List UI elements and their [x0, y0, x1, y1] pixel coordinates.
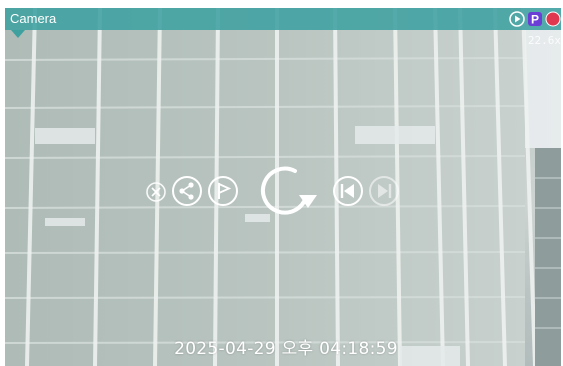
title-bar: Camera P	[5, 8, 561, 30]
next-icon[interactable]	[368, 175, 400, 207]
p-badge-label: P	[531, 13, 539, 27]
play-circle-icon[interactable]	[509, 11, 525, 27]
previous-icon[interactable]	[332, 175, 364, 207]
record-icon[interactable]	[545, 11, 561, 27]
window-title: Camera	[10, 11, 57, 26]
close-icon[interactable]	[145, 181, 167, 203]
p-badge-icon[interactable]: P	[527, 11, 543, 27]
share-icon[interactable]	[171, 175, 203, 207]
timestamp: 2025-04-29 오후 04:18:59	[174, 339, 398, 359]
zoom-level: 22.6x	[527, 34, 561, 47]
camera-window: Camera P 22.6x 2025-04-29 오후 04:18:59	[0, 0, 563, 366]
flag-icon[interactable]	[207, 175, 239, 207]
refresh-icon[interactable]	[254, 158, 320, 224]
title-indicator-arrow	[11, 30, 25, 38]
camera-feed[interactable]: Camera P 22.6x	[5, 8, 561, 366]
